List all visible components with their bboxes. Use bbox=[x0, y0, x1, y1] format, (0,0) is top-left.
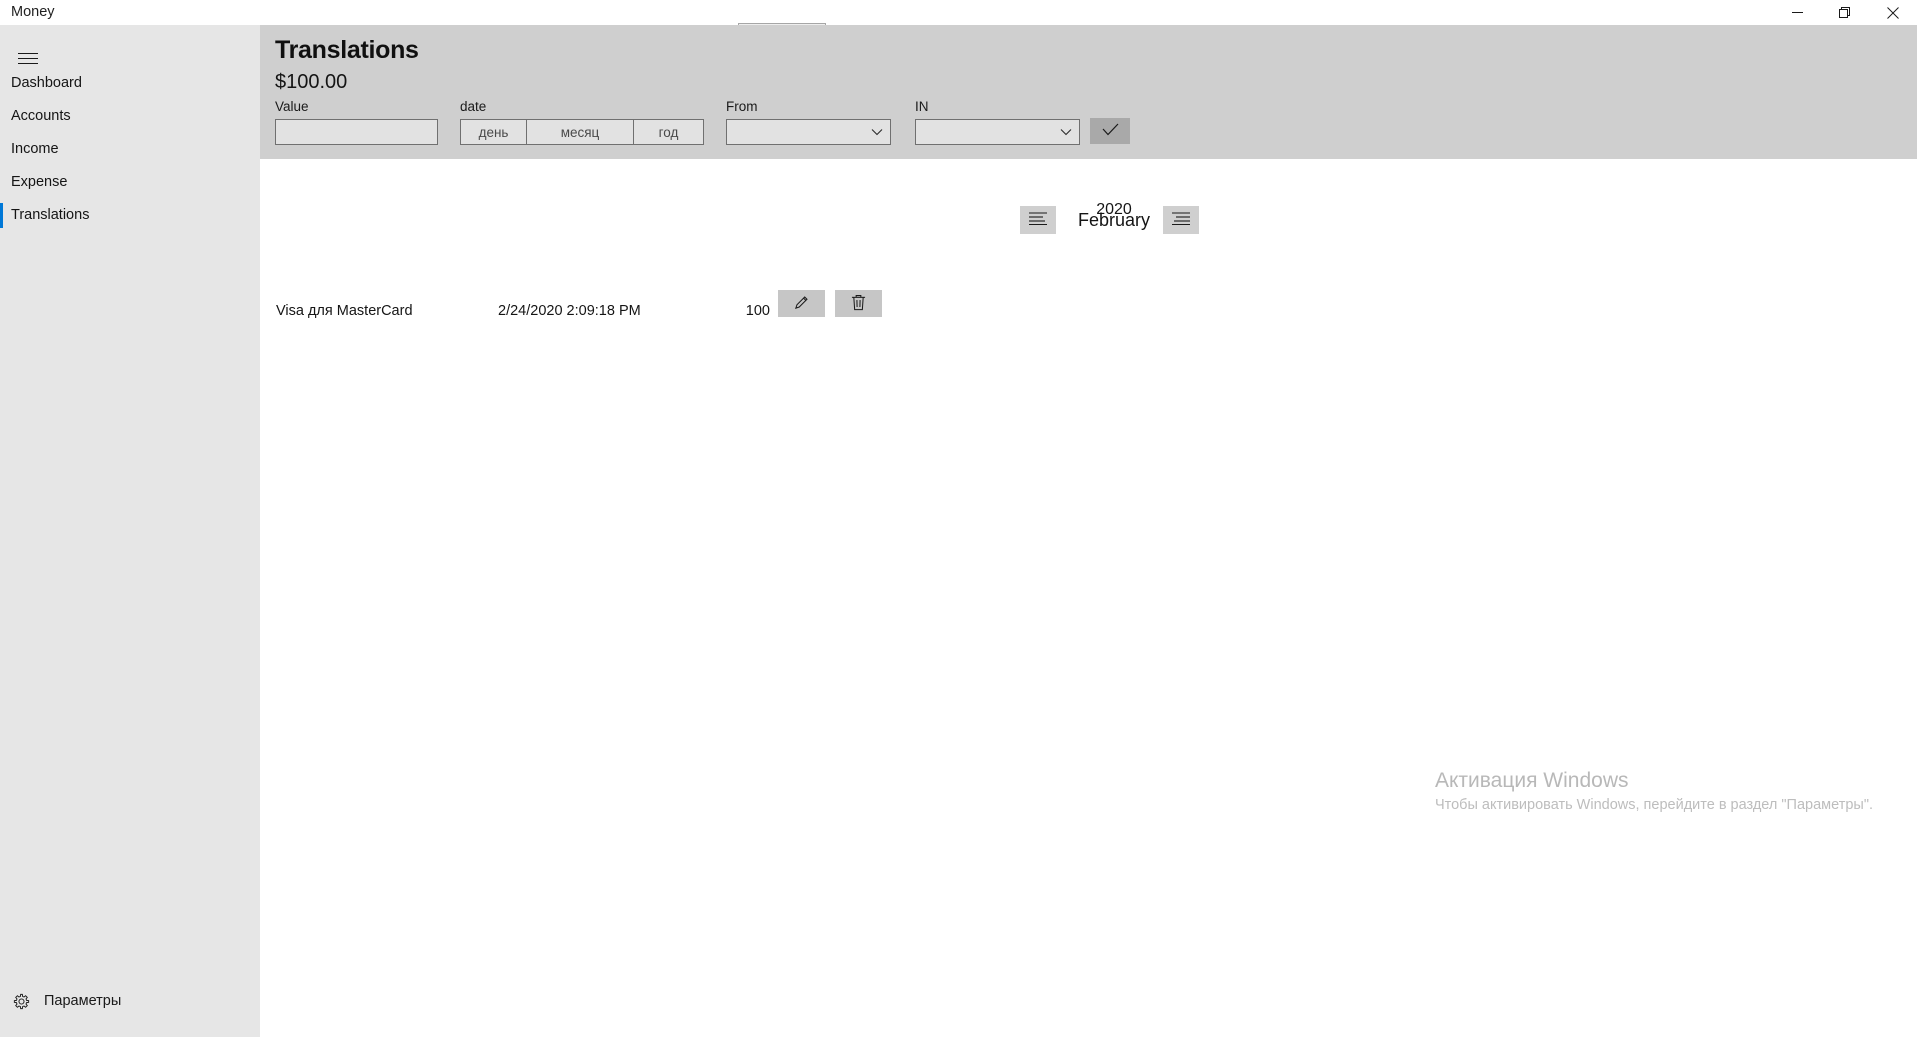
sidebar-item-settings[interactable]: Параметры bbox=[0, 981, 260, 1021]
page-header: Translations $100.00 Value date From bbox=[260, 25, 1917, 159]
from-field-label: From bbox=[726, 99, 758, 114]
current-period: 2020 February bbox=[1066, 200, 1162, 245]
close-button[interactable] bbox=[1869, 0, 1917, 25]
restore-icon bbox=[1839, 6, 1851, 19]
windows-activation-watermark: Активация Windows Чтобы активировать Win… bbox=[1435, 768, 1873, 815]
in-dropdown[interactable] bbox=[915, 119, 1080, 145]
from-field-group: From bbox=[726, 99, 891, 145]
sidebar-item-dashboard[interactable]: Dashboard bbox=[0, 67, 260, 100]
watermark-title: Активация Windows bbox=[1434, 769, 1629, 792]
date-month-input[interactable] bbox=[527, 119, 634, 145]
value-input[interactable] bbox=[275, 119, 438, 145]
confirm-button[interactable] bbox=[1090, 118, 1130, 144]
sidebar-item-label: Income bbox=[11, 141, 59, 157]
transaction-amount: 100 bbox=[745, 303, 770, 319]
sidebar-item-label: Accounts bbox=[11, 108, 71, 124]
sidebar-item-label: Translations bbox=[11, 207, 90, 223]
page-total-amount: $100.00 bbox=[275, 71, 348, 93]
gear-icon bbox=[6, 993, 36, 1010]
sidebar: Dashboard Accounts Income Expense Transl… bbox=[0, 25, 260, 1037]
sidebar-item-income[interactable]: Income bbox=[0, 133, 260, 166]
next-month-button[interactable] bbox=[1163, 206, 1199, 234]
previous-month-button[interactable] bbox=[1020, 206, 1056, 234]
transaction-form: Value date From IN bbox=[260, 99, 1917, 159]
in-field-group: IN bbox=[915, 99, 1080, 145]
date-field-label: date bbox=[460, 99, 487, 114]
restore-button[interactable] bbox=[1821, 0, 1869, 25]
date-day-input[interactable] bbox=[460, 119, 527, 145]
minimize-button[interactable] bbox=[1773, 0, 1821, 25]
from-dropdown[interactable] bbox=[726, 119, 891, 145]
transaction-date: 2/24/2020 2:09:18 PM bbox=[498, 303, 641, 319]
checkmark-icon bbox=[1102, 123, 1119, 139]
date-year-input[interactable] bbox=[634, 119, 704, 145]
sidebar-nav: Dashboard Accounts Income Expense Transl… bbox=[0, 67, 260, 232]
hamburger-icon-line bbox=[18, 62, 38, 64]
sidebar-item-accounts[interactable]: Accounts bbox=[0, 100, 260, 133]
watermark-subtitle: Чтобы активировать Windows, перейдите в … bbox=[1434, 797, 1873, 813]
pencil-icon bbox=[793, 294, 810, 314]
sidebar-item-expense[interactable]: Expense bbox=[0, 166, 260, 199]
chevron-down-icon bbox=[864, 128, 890, 136]
hamburger-icon-line bbox=[18, 52, 38, 54]
sidebar-item-translations[interactable]: Translations bbox=[0, 199, 260, 232]
value-field-group: Value bbox=[275, 99, 438, 145]
title-bar: Money bbox=[0, 0, 1917, 25]
align-right-icon bbox=[1171, 211, 1191, 229]
trash-icon bbox=[851, 294, 866, 314]
minimize-icon bbox=[1791, 7, 1803, 18]
date-input-group bbox=[460, 119, 704, 145]
sidebar-item-label: Expense bbox=[11, 174, 68, 190]
app-title: Money bbox=[11, 4, 55, 20]
sidebar-item-label: Dashboard bbox=[11, 75, 82, 91]
transactions-list: Visa для MasterCard 2/24/2020 2:09:18 PM… bbox=[260, 290, 1917, 336]
sidebar-settings-label: Параметры bbox=[44, 993, 122, 1009]
month-navigation: 2020 February bbox=[1020, 200, 1220, 245]
align-left-icon bbox=[1028, 211, 1048, 229]
edit-transaction-button[interactable] bbox=[778, 290, 825, 317]
in-field-label: IN bbox=[915, 99, 929, 114]
page-title: Translations bbox=[275, 36, 419, 64]
current-month: February bbox=[1077, 210, 1151, 230]
table-row[interactable]: Visa для MasterCard 2/24/2020 2:09:18 PM… bbox=[260, 290, 1917, 336]
date-field-group: date bbox=[460, 99, 704, 145]
hamburger-icon-line bbox=[18, 57, 38, 59]
delete-transaction-button[interactable] bbox=[835, 290, 882, 317]
value-field-label: Value bbox=[275, 99, 309, 114]
window-controls bbox=[1773, 0, 1917, 25]
transaction-name: Visa для MasterCard bbox=[276, 303, 413, 319]
chevron-down-icon bbox=[1053, 128, 1079, 136]
close-icon bbox=[1887, 6, 1899, 19]
